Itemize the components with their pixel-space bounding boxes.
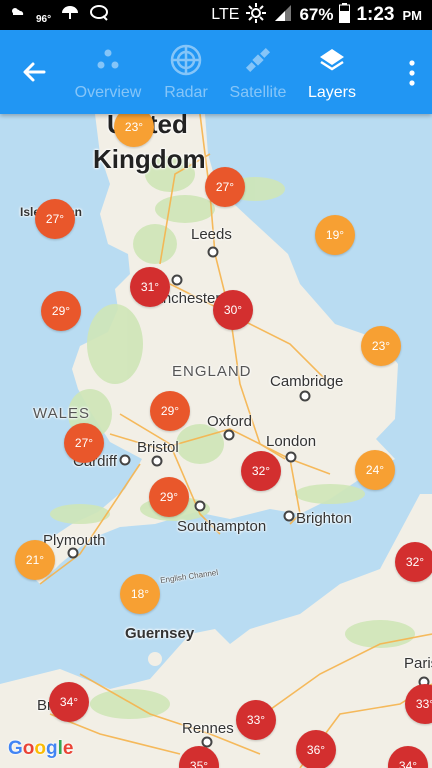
temperature-marker[interactable]: 27°	[64, 423, 104, 463]
temperature-marker[interactable]: 23°	[361, 326, 401, 366]
map-label-guernsey: Guernsey	[125, 625, 195, 642]
map-label-plymouth: Plymouth	[43, 532, 106, 549]
map-label-cambridge: Cambridge	[270, 373, 344, 390]
temperature-marker[interactable]: 36°	[296, 730, 336, 768]
temperature-marker[interactable]: 31°	[130, 267, 170, 307]
map-label-leeds: Leeds	[191, 226, 232, 243]
map-label-paris: Paris	[404, 655, 432, 672]
tab-label-radar: Radar	[164, 84, 208, 101]
temperature-marker[interactable]: 30°	[213, 290, 253, 330]
temperature-marker[interactable]: 29°	[149, 477, 189, 517]
overflow-menu-button[interactable]	[406, 58, 418, 88]
google-logo: Google	[8, 738, 74, 759]
tab-overview[interactable]: Overview	[68, 42, 148, 106]
tab-label-satellite: Satellite	[229, 84, 287, 101]
signal-icon	[273, 4, 293, 27]
back-button[interactable]	[18, 56, 50, 88]
temperature-marker[interactable]: 27°	[35, 199, 75, 239]
satellite-icon	[218, 42, 298, 78]
more-vert-icon	[409, 60, 415, 86]
status-bar: 96° LTE 67% 1:23 PM	[0, 0, 432, 30]
dots-icon	[68, 42, 148, 78]
temperature-marker[interactable]: 29°	[150, 391, 190, 431]
map-label-uk-line2: Kingdom	[93, 144, 206, 174]
map-label-london: London	[266, 433, 317, 450]
city-dot-cambridge	[299, 390, 311, 402]
temperature-marker[interactable]: 21°	[15, 540, 55, 580]
city-dot-oxford	[223, 429, 235, 441]
status-temperature: 96°	[36, 13, 52, 25]
map-label-southampton: Southampton	[177, 518, 267, 535]
map-label-oxford: Oxford	[207, 413, 253, 430]
city-dot-bristol	[151, 455, 163, 467]
city-dot-leeds	[207, 246, 219, 258]
network-label: LTE	[211, 6, 240, 23]
map-label-brighton: Brighton	[296, 510, 352, 527]
city-dot-plymouth	[67, 547, 79, 559]
map-label-england: ENGLAND	[172, 363, 252, 380]
temperature-marker[interactable]: 27°	[205, 167, 245, 207]
temperature-marker[interactable]: 32°	[241, 451, 281, 491]
temperature-marker[interactable]: 33°	[236, 700, 276, 740]
tab-label-layers: Layers	[307, 84, 357, 101]
layers-icon	[292, 42, 372, 78]
temperature-marker[interactable]: 19°	[315, 215, 355, 255]
temperature-marker[interactable]: 32°	[395, 542, 432, 582]
map-view[interactable]: United Kingdom Isle of Man Leeds Manches…	[0, 114, 432, 768]
tab-satellite[interactable]: Satellite	[218, 42, 298, 106]
city-dot-southampton	[194, 500, 206, 512]
temperature-marker[interactable]: 34°	[49, 682, 89, 722]
chat-icon	[89, 4, 109, 26]
map-label-bristol: Bristol	[137, 439, 179, 456]
app-bar: Overview Radar Satellite Layers	[0, 30, 432, 114]
city-dot-brighton	[283, 510, 295, 522]
battery-percent: 67%	[299, 5, 334, 24]
back-arrow-icon	[23, 62, 46, 82]
clock-ampm: PM	[402, 7, 423, 23]
tab-label-overview: Overview	[74, 84, 142, 101]
brightness-icon	[245, 2, 267, 29]
city-dot-cardiff	[119, 454, 131, 466]
weather-icon	[10, 6, 26, 25]
city-dot-london	[285, 451, 297, 463]
tab-radar[interactable]: Radar	[146, 42, 226, 106]
clock: 1:23	[356, 4, 395, 25]
umbrella-icon	[61, 5, 79, 26]
radar-icon	[146, 42, 226, 78]
map-label-rennes: Rennes	[182, 720, 234, 737]
map-label-wales: WALES	[33, 405, 90, 422]
battery-icon	[339, 2, 351, 28]
temperature-marker[interactable]: 29°	[41, 291, 81, 331]
city-dot-manchester	[171, 274, 183, 286]
tab-layers[interactable]: Layers	[292, 42, 372, 106]
temperature-marker[interactable]: 18°	[120, 574, 160, 614]
temperature-marker[interactable]: 24°	[355, 450, 395, 490]
